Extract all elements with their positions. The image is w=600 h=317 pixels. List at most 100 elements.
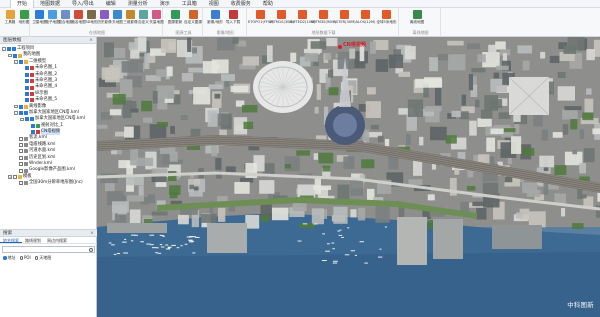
close-icon[interactable]: × [89,37,93,44]
layer-checkbox[interactable] [19,155,23,160]
layer-checkbox[interactable] [19,104,23,109]
layer-checkbox[interactable] [19,149,23,154]
collapse-icon[interactable]: - [20,117,24,122]
collapse-icon[interactable]: - [2,47,6,51]
layer-type-icon [24,136,28,141]
building [419,136,424,146]
layer-checkbox[interactable] [19,181,23,186]
collapse-icon[interactable]: - [14,111,18,115]
boat [297,240,302,242]
menu-item[interactable]: 帮助 [257,0,279,8]
layer-checkbox[interactable] [25,66,29,71]
building [104,42,115,58]
ribbon-button[interactable]: 离线地图 [402,10,432,30]
layer-checkbox[interactable] [19,162,23,167]
building [377,135,384,143]
ribbon-toolbar: 工具箱 地形图 卫星地图 电子地图 混合地图 地名地图 3D地形 历史影像 天地图 三维影像 自定义… [0,8,600,37]
layer-checkbox[interactable] [19,59,23,64]
layer-checkbox[interactable] [25,91,29,96]
building [230,85,249,93]
menu-item[interactable]: 开始 [10,0,35,8]
map-view[interactable]: CN塔视频 中科图新 [97,37,600,317]
radio-label: 地址 [7,255,16,260]
layer-checkbox[interactable] [13,175,17,179]
deep-water [97,252,600,317]
boat [180,245,183,247]
layer-checkbox[interactable] [25,85,29,90]
layer-tree-item[interactable]: 全国30m分辨率地形图(Jnc) [0,180,96,186]
ribbon-button[interactable]: 地形图 [17,10,31,30]
collapse-icon[interactable]: - [8,53,12,58]
map-placemark-label[interactable]: CN塔视频 [343,41,366,48]
custom-map-icon [139,10,148,19]
building [541,129,549,141]
boat [155,252,158,254]
search-tab[interactable]: 路线规划 [22,237,44,243]
boat [379,248,382,250]
search-type-radio[interactable]: 地址 [3,255,16,261]
layer-type-icon [30,85,34,90]
expand-icon[interactable]: + [8,175,12,179]
building [517,45,533,54]
ribbon-group: 影像/地形 导入下载 影像/地形 [205,8,247,37]
layer-checkbox[interactable] [19,143,23,148]
placemark-icon [338,45,342,49]
layer-type-icon [24,149,28,154]
boat [321,260,327,262]
building [151,176,167,183]
menu-item[interactable]: 编辑 [100,0,122,8]
green-space [261,214,269,222]
menu-item[interactable]: 导入/导出 [66,0,100,8]
layer-checkbox[interactable] [19,111,23,116]
search-tab[interactable]: 地名搜索 [0,237,22,243]
menu-item[interactable]: 视图 [203,0,225,8]
ribbon-button[interactable]: 全球5米地形 [376,10,397,30]
layer-checkbox[interactable] [25,117,29,122]
ribbon-button[interactable]: 矢量地图 [149,10,164,30]
menu-item[interactable]: 演示 [154,0,176,8]
boat [302,223,308,225]
layer-checkbox[interactable] [7,47,11,52]
building [488,44,497,60]
import-download-icon [228,10,238,19]
satellite-imagery[interactable] [97,37,600,317]
search-tabs: 地名搜索 路线规划 周边内搜索 [0,237,97,244]
ribbon-button[interactable]: 自定义图源 [184,10,202,30]
collapse-icon[interactable]: - [14,60,18,64]
boat [313,223,318,225]
building [143,117,153,123]
search-tab[interactable]: 周边内搜索 [44,237,70,243]
layer-checkbox[interactable] [31,123,35,128]
layer-checkbox[interactable] [25,72,29,77]
layer-checkbox[interactable] [19,136,23,141]
building [208,84,223,90]
layer-checkbox[interactable] [31,130,35,135]
building [526,189,541,197]
building [434,87,442,106]
layer-checkbox[interactable] [19,168,23,173]
layer-checkbox[interactable] [25,98,29,103]
menu-item[interactable]: 测量分析 [122,0,154,8]
layer-checkbox[interactable] [25,79,29,84]
menu-item[interactable]: 地图数据 [34,0,66,8]
layer-checkbox[interactable] [13,53,17,58]
radio-dot-icon [19,256,23,260]
collapse-icon[interactable]: - [14,104,18,109]
layer-type-icon [24,181,28,186]
search-type-radio[interactable]: 天地图 [34,255,51,261]
building [429,57,438,72]
boat [359,241,365,243]
ribbon-button[interactable]: 导入下载 [224,10,242,30]
search-icon[interactable] [89,247,93,252]
building [572,150,578,155]
layer-type-icon [36,123,40,128]
menu-item[interactable]: 工具箱 [176,0,203,8]
building [522,60,530,71]
search-input[interactable] [3,247,91,252]
menu-item[interactable]: 收费服务 [225,0,257,8]
building [471,68,486,73]
close-icon[interactable]: × [90,230,94,237]
search-type-radio[interactable]: POI [19,255,31,261]
boat [188,239,193,241]
building [284,156,300,172]
